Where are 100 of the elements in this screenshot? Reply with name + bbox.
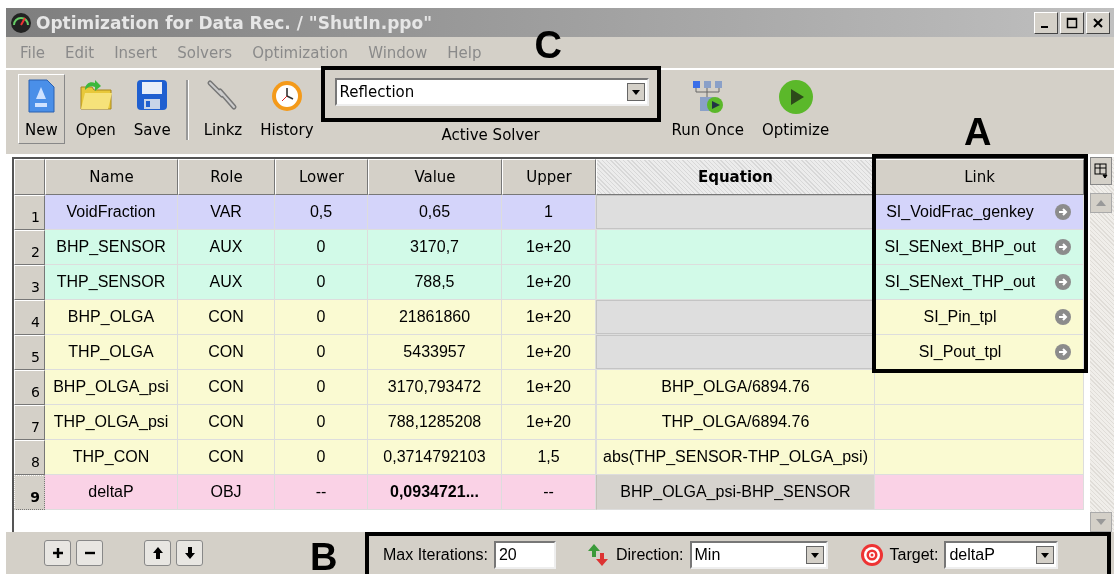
annotation-label: C <box>534 26 563 65</box>
table-cell: 1e+20 <box>502 370 596 405</box>
table-cell: 21861860 <box>368 300 502 335</box>
table-cell: 1e+20 <box>502 230 596 265</box>
table-cell: 3170,793472 <box>368 370 502 405</box>
row-number[interactable]: 1 <box>14 195 45 230</box>
toolbar-button[interactable]: History <box>253 74 321 145</box>
table-cell: 0 <box>275 300 368 335</box>
table-cell: 0,5 <box>275 195 368 230</box>
row-number[interactable]: 5 <box>14 335 45 370</box>
table-cell: 0 <box>275 335 368 370</box>
table-cell: 1 <box>502 195 596 230</box>
document-icon <box>26 79 57 114</box>
folder-icon <box>78 79 113 112</box>
link-text: SI_Pin_tpl <box>922 308 998 326</box>
column-header[interactable]: Role <box>178 159 275 195</box>
table-cell: VoidFraction <box>45 195 178 230</box>
column-header[interactable]: Equation <box>596 159 875 195</box>
column-header[interactable]: Upper <box>502 159 596 195</box>
table-cell: AUX <box>178 265 275 300</box>
link-text: SI_Pout_tpl <box>917 343 1003 361</box>
row-number[interactable]: 9 <box>14 475 45 510</box>
table-cell: CON <box>178 300 275 335</box>
table-cell: BHP_OLGA_psi-BHP_SENSOR <box>596 475 875 510</box>
plus-icon <box>51 547 64 559</box>
clock-icon <box>269 79 304 114</box>
table-cell: 0,65 <box>368 195 502 230</box>
direction-dropdown[interactable]: Min <box>689 541 828 569</box>
toolbar-button[interactable]: Run Once <box>664 74 751 145</box>
table-cell: BHP_OLGA_psi <box>45 370 178 405</box>
max-iterations-field[interactable]: 20 <box>493 541 556 569</box>
table-cell: THP_OLGA/6894.76 <box>596 405 875 440</box>
up-down-arrows-icon <box>585 543 610 567</box>
arrow-up-icon <box>151 546 164 560</box>
move-up-button[interactable] <box>144 540 171 566</box>
link-text: SI_SENext_BHP_out <box>883 238 1037 256</box>
arrow-circle-icon[interactable] <box>1055 204 1071 220</box>
link-text: SI_SENext_THP_out <box>883 273 1037 291</box>
table-cell: AUX <box>178 230 275 265</box>
table-cell: 3170,7 <box>368 230 502 265</box>
arrow-down-icon <box>183 546 196 560</box>
table-cell: abs(THP_SENSOR-THP_OLGA_psi) <box>596 440 875 475</box>
table-cell: 788,5 <box>368 265 502 300</box>
row-number[interactable]: 2 <box>14 230 45 265</box>
table-cell: 0,3714792103 <box>368 440 502 475</box>
annotation-label: A <box>964 113 992 151</box>
table-cell: 0 <box>275 370 368 405</box>
table-cell: deltaP <box>45 475 178 510</box>
gauge-icon <box>10 11 32 34</box>
arrow-circle-icon[interactable] <box>1055 344 1071 360</box>
scrollbar[interactable] <box>1090 157 1114 532</box>
toolbar-button[interactable]: Save <box>126 74 178 145</box>
remove-row-button[interactable] <box>76 540 103 566</box>
row-number[interactable]: 3 <box>14 265 45 300</box>
arrow-circle-icon[interactable] <box>1055 274 1071 290</box>
row-number[interactable]: 8 <box>14 440 45 475</box>
move-down-button[interactable] <box>176 540 203 566</box>
maximize-button[interactable] <box>1060 11 1084 34</box>
table-cell: CON <box>178 405 275 440</box>
table-cell: 1e+20 <box>502 265 596 300</box>
row-number[interactable]: 4 <box>14 300 45 335</box>
target-icon <box>859 543 884 567</box>
close-button[interactable] <box>1086 11 1110 34</box>
column-header[interactable]: Link <box>875 159 1084 195</box>
table-cell: BHP_SENSOR <box>45 230 178 265</box>
table-cell: BHP_OLGA/6894.76 <box>596 370 875 405</box>
column-header[interactable]: Value <box>368 159 502 195</box>
toolbar-button[interactable]: Linkz <box>196 74 250 145</box>
row-number[interactable]: 7 <box>14 405 45 440</box>
add-row-button[interactable] <box>44 540 71 566</box>
table-cell: 1e+20 <box>502 335 596 370</box>
column-header[interactable]: Lower <box>275 159 368 195</box>
minimize-button[interactable] <box>1034 11 1058 34</box>
row-number[interactable]: 6 <box>14 370 45 405</box>
toolbar-button[interactable]: Open <box>68 74 123 145</box>
play-icon <box>777 79 814 116</box>
arrow-circle-icon[interactable] <box>1055 309 1071 325</box>
table-cell: THP_OLGA <box>45 335 178 370</box>
field-label: Target: <box>889 546 939 564</box>
column-chooser-icon[interactable] <box>1090 157 1112 185</box>
minimize-icon <box>1041 26 1048 29</box>
table-cell: 0,0934721... <box>368 475 502 510</box>
table-cell: THP_OLGA_psi <box>45 405 178 440</box>
field-label: Direction: <box>615 546 684 564</box>
table-cell: 0 <box>275 405 368 440</box>
table-cell: CON <box>178 440 275 475</box>
solver-caption: Active Solver <box>441 126 540 145</box>
toolbar-button[interactable]: New <box>18 74 65 145</box>
column-header[interactable]: Name <box>45 159 178 195</box>
solver-dropdown[interactable]: Reflection <box>334 78 649 107</box>
arrow-circle-icon[interactable] <box>1055 239 1071 255</box>
table-cell: 0 <box>275 265 368 300</box>
table-cell: 1e+20 <box>502 405 596 440</box>
close-icon <box>1092 16 1104 29</box>
link-text: SI_VoidFrac_genkey <box>885 203 1035 221</box>
table-cell: 0 <box>275 440 368 475</box>
table-cell: 788,1285208 <box>368 405 502 440</box>
toolbar-button[interactable]: Optimize <box>754 74 837 145</box>
table-cell: BHP_OLGA <box>45 300 178 335</box>
target-dropdown[interactable]: deltaP <box>944 541 1059 569</box>
